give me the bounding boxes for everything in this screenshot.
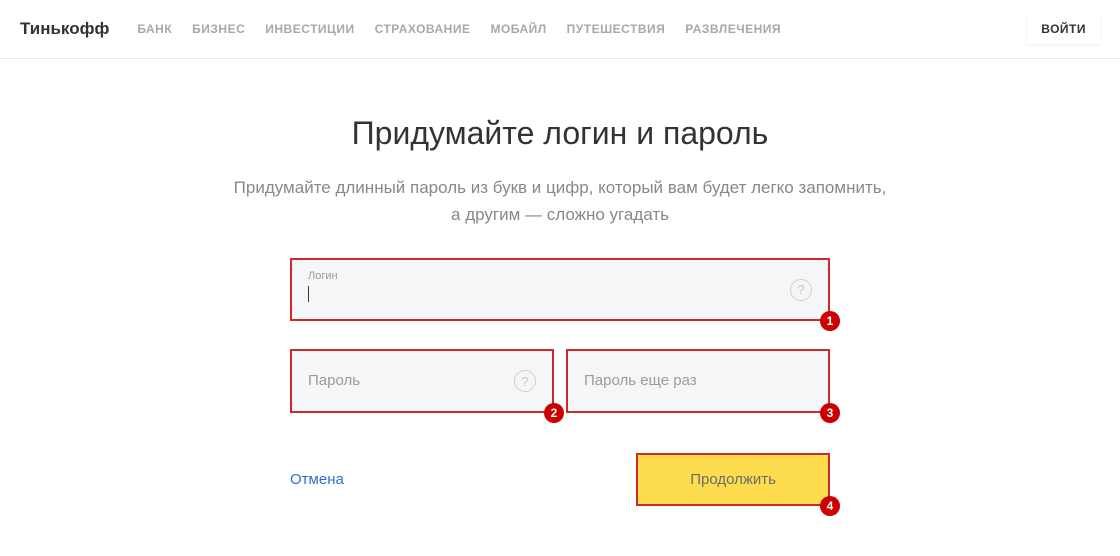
- login-button[interactable]: ВОЙТИ: [1027, 14, 1100, 44]
- help-icon[interactable]: ?: [790, 279, 812, 301]
- nav-insurance[interactable]: СТРАХОВАНИЕ: [375, 22, 471, 36]
- page-subtitle: Придумайте длинный пароль из букв и цифр…: [0, 174, 1120, 228]
- header: Тинькофф БАНК БИЗНЕС ИНВЕСТИЦИИ СТРАХОВА…: [0, 0, 1120, 59]
- annotation-marker-2: 2: [544, 403, 564, 423]
- help-icon[interactable]: ?: [514, 370, 536, 392]
- main: Придумайте логин и пароль Придумайте дли…: [0, 59, 1120, 506]
- password-repeat-field-wrap: Пароль еще раз 3: [566, 349, 830, 413]
- text-cursor: [308, 286, 309, 302]
- form: Логин ? 1 Пароль ? 2 Пароль еще раз 3: [290, 258, 830, 506]
- password-placeholder: Пароль: [308, 372, 360, 389]
- logo[interactable]: Тинькофф: [20, 19, 109, 39]
- login-field-wrap: Логин ? 1: [290, 258, 830, 321]
- password-repeat-input[interactable]: Пароль еще раз: [566, 349, 830, 413]
- login-input[interactable]: Логин ?: [290, 258, 830, 321]
- annotation-marker-1: 1: [820, 311, 840, 331]
- cancel-link[interactable]: Отмена: [290, 471, 344, 488]
- nav-bank[interactable]: БАНК: [137, 22, 172, 36]
- subtitle-line-1: Придумайте длинный пароль из букв и цифр…: [234, 178, 887, 197]
- nav-business[interactable]: БИЗНЕС: [192, 22, 245, 36]
- subtitle-line-2: а другим — сложно угадать: [451, 205, 669, 224]
- login-label: Логин: [308, 270, 812, 282]
- form-actions: Отмена Продолжить 4: [290, 453, 830, 506]
- password-field-wrap: Пароль ? 2: [290, 349, 554, 413]
- password-repeat-placeholder: Пароль еще раз: [584, 372, 697, 389]
- nav: БАНК БИЗНЕС ИНВЕСТИЦИИ СТРАХОВАНИЕ МОБАЙ…: [137, 22, 1027, 36]
- continue-wrap: Продолжить 4: [636, 453, 830, 506]
- password-row: Пароль ? 2 Пароль еще раз 3: [290, 349, 830, 441]
- nav-investments[interactable]: ИНВЕСТИЦИИ: [265, 22, 354, 36]
- annotation-marker-3: 3: [820, 403, 840, 423]
- nav-entertainment[interactable]: РАЗВЛЕЧЕНИЯ: [685, 22, 781, 36]
- nav-travel[interactable]: ПУТЕШЕСТВИЯ: [567, 22, 666, 36]
- page-title: Придумайте логин и пароль: [0, 115, 1120, 152]
- nav-mobile[interactable]: МОБАЙЛ: [490, 22, 546, 36]
- password-input[interactable]: Пароль ?: [290, 349, 554, 413]
- annotation-marker-4: 4: [820, 496, 840, 516]
- continue-button[interactable]: Продолжить: [636, 453, 830, 506]
